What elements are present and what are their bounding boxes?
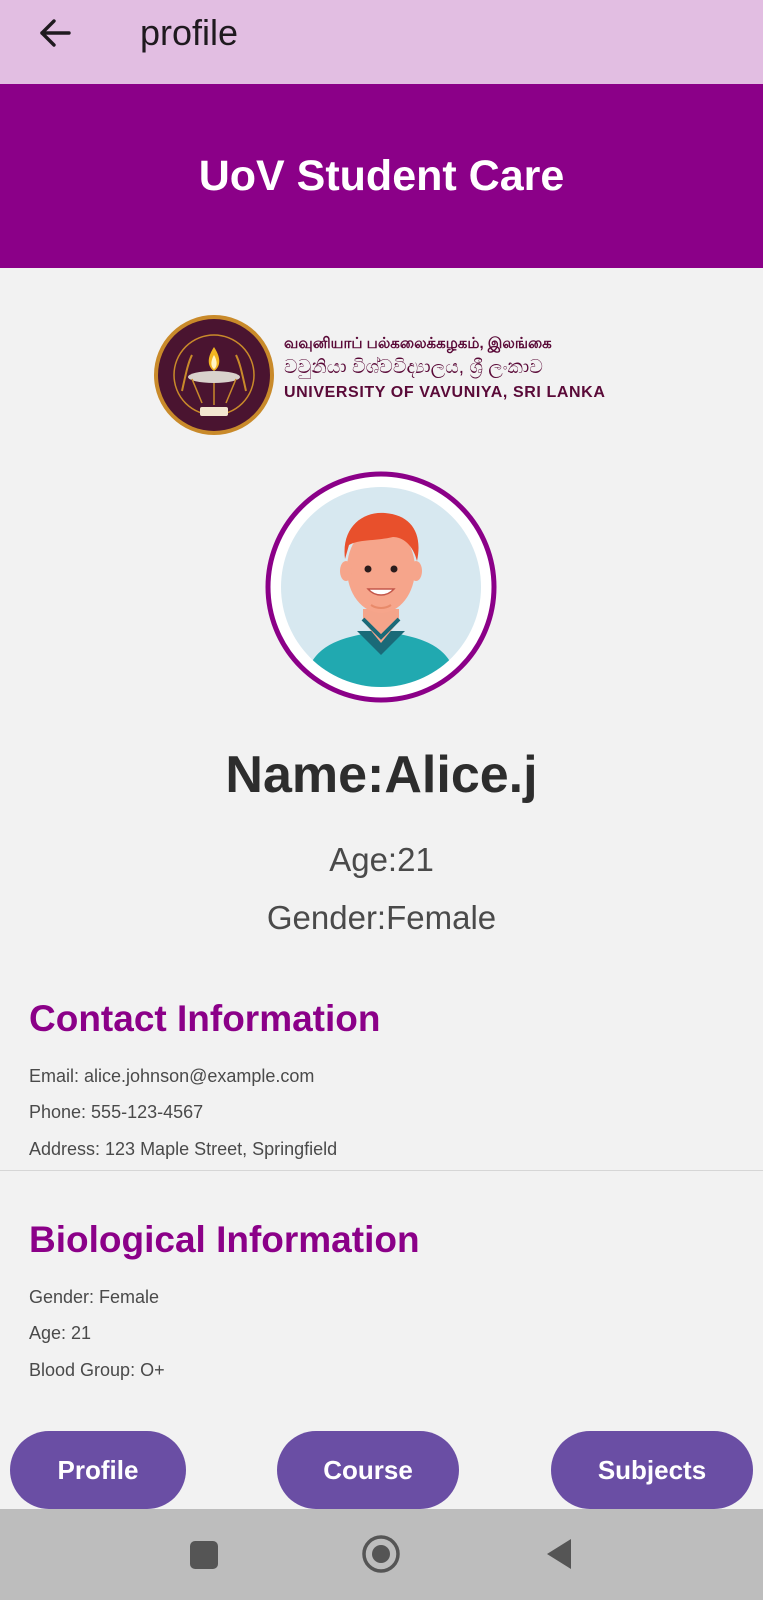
arrow-left-icon bbox=[40, 19, 71, 47]
profile-button[interactable]: Profile bbox=[10, 1431, 186, 1509]
avatar bbox=[265, 471, 497, 703]
university-name-sinhala: වවුනියා විශ්වවිද්‍යාලය, ශ්‍රී ලංකාව bbox=[284, 357, 543, 378]
student-name: Name:Alice.j bbox=[225, 746, 538, 804]
contact-phone: Phone: 555-123-4567 bbox=[29, 1102, 204, 1122]
triangle-back-icon[interactable] bbox=[544, 1537, 574, 1571]
biological-blood-group: Blood Group: O+ bbox=[29, 1360, 165, 1380]
biological-gender: Gender: Female bbox=[29, 1287, 160, 1307]
student-age: Age:21 bbox=[329, 841, 434, 878]
course-button[interactable]: Course bbox=[277, 1431, 459, 1509]
square-icon[interactable] bbox=[188, 1539, 220, 1571]
app-banner: UoV Student Care bbox=[0, 84, 763, 268]
contact-heading: Contact Information bbox=[29, 998, 381, 1039]
biological-age: Age: 21 bbox=[29, 1323, 92, 1343]
university-name-english: UNIVERSITY OF VAVUNIYA, SRI LANKA bbox=[284, 384, 606, 401]
university-name-tamil: வவுனியாப் பல்கலைக்கழகம், இலங்கை bbox=[284, 335, 552, 352]
app-bar: profile bbox=[0, 0, 763, 84]
section-divider bbox=[0, 1170, 763, 1171]
subjects-button[interactable]: Subjects bbox=[551, 1431, 753, 1509]
system-nav-bar bbox=[0, 1509, 763, 1600]
circle-home-icon[interactable] bbox=[361, 1534, 401, 1574]
student-gender: Gender:Female bbox=[266, 899, 497, 936]
university-name: வவுனியாப் பல்கலைக்கழகம், இலங்கை වවුනියා … bbox=[284, 333, 614, 405]
contact-address: Address: 123 Maple Street, Springfield bbox=[29, 1139, 338, 1159]
page-title: profile bbox=[140, 12, 239, 53]
biological-heading: Biological Information bbox=[29, 1219, 420, 1260]
back-button[interactable] bbox=[32, 10, 78, 56]
university-seal-icon bbox=[154, 315, 274, 435]
banner-title: UoV Student Care bbox=[198, 151, 565, 200]
contact-email: Email: alice.johnson@example.com bbox=[29, 1066, 315, 1086]
university-logo: வவுனியாப் பல்கலைக்கழகம், இலங்கை වවුනියා … bbox=[152, 313, 612, 437]
